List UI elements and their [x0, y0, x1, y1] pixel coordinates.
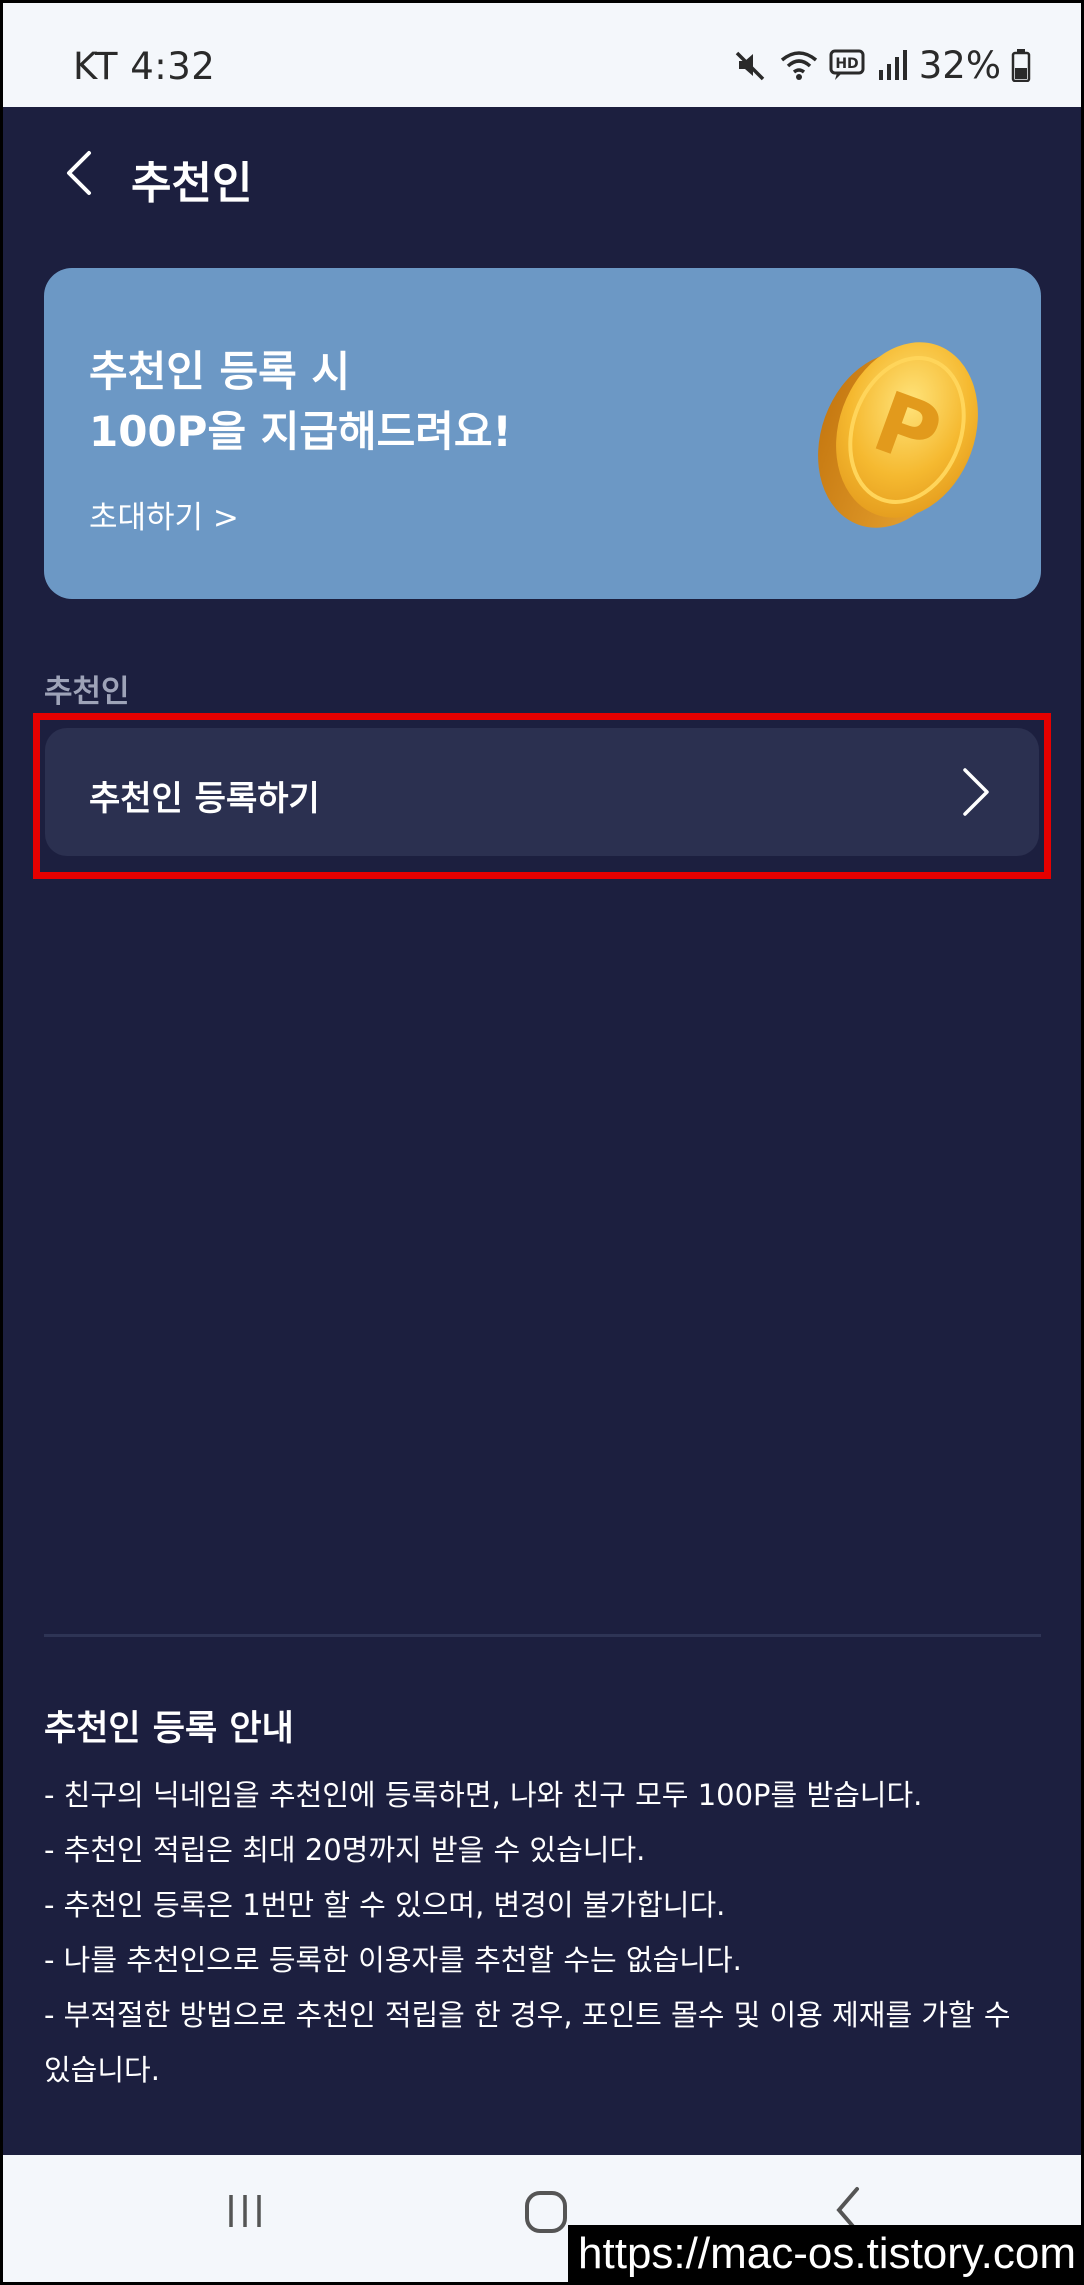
- info-item: - 부적절한 방법으로 추천인 적립을 한 경우, 포인트 몰수 및 이용 제재…: [44, 1998, 1011, 2087]
- info-item: - 추천인 등록은 1번만 할 수 있으며, 변경이 불가합니다.: [44, 1888, 726, 1922]
- signal-icon: [878, 50, 907, 80]
- divider: [44, 1634, 1041, 1637]
- svg-text:HD: HD: [835, 56, 858, 72]
- chevron-right-icon: [963, 768, 989, 816]
- info-title: 추천인 등록 안내: [44, 1709, 294, 1749]
- battery-percent: 32%: [918, 43, 1001, 87]
- mute-icon: [735, 51, 764, 81]
- home-icon[interactable]: [523, 2189, 569, 2235]
- banner-headline-line2: 100P을 지급해드려요!: [89, 407, 512, 456]
- battery-icon: [1011, 49, 1031, 82]
- section-label: 추천인: [44, 674, 130, 710]
- status-bar: KT 4:32 HD 32%: [3, 3, 1081, 107]
- point-coin-icon: P: [818, 342, 978, 528]
- status-time: KT 4:32: [73, 45, 216, 88]
- wifi-icon: [780, 51, 817, 80]
- page-title: 추천인: [131, 158, 253, 209]
- register-referrer-label: 추천인 등록하기: [89, 779, 320, 819]
- info-item: - 친구의 닉네임을 추천인에 등록하면, 나와 친구 모두 100P를 받습니…: [44, 1778, 923, 1812]
- watermark: https://mac-os.tistory.com: [568, 2225, 1084, 2285]
- register-referrer-button[interactable]: 추천인 등록하기: [45, 728, 1039, 856]
- status-icons: HD 32%: [733, 43, 1031, 87]
- banner-headline-line1: 추천인 등록 시: [89, 347, 351, 396]
- info-item: - 나를 추천인으로 등록한 이용자를 추천할 수는 없습니다.: [44, 1943, 742, 1977]
- info-item: - 추천인 적립은 최대 20명까지 받을 수 있습니다.: [44, 1833, 646, 1867]
- info-list: - 친구의 닉네임을 추천인에 등록하면, 나와 친구 모두 100P를 받습니…: [44, 1768, 1044, 2098]
- back-button[interactable]: [49, 143, 109, 203]
- invite-link[interactable]: 초대하기 >: [89, 492, 239, 537]
- recent-apps-icon[interactable]: [223, 2191, 267, 2231]
- chevron-left-icon: [67, 151, 91, 195]
- invite-banner[interactable]: 추천인 등록 시 100P을 지급해드려요! 초대하기 > P: [44, 268, 1041, 599]
- app-screen: KT 4:32 HD 32% 추천인 추천인 등록 시 100P을 지급해드려요…: [3, 3, 1081, 2282]
- hd-voice-icon: HD: [829, 49, 865, 80]
